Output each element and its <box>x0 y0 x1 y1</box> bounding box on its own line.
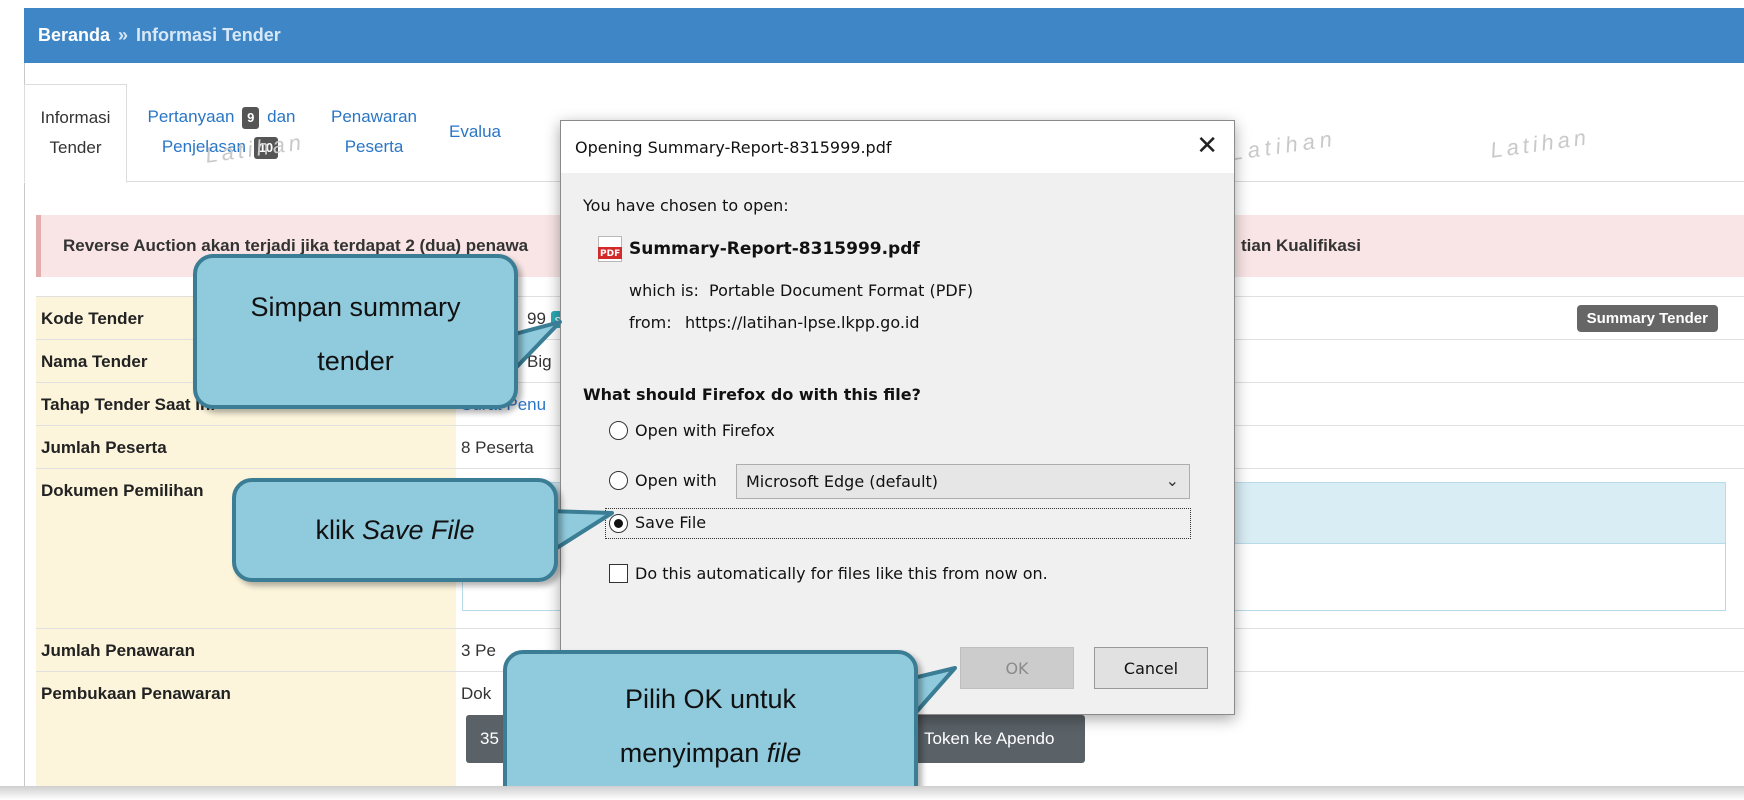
tab-label-line2: Tender <box>49 138 102 157</box>
breadcrumb: Beranda » Informasi Tender <box>24 8 1744 63</box>
tab-label-line1: Informasi <box>40 108 111 127</box>
download-filename: Summary-Report-8315999.pdf <box>629 239 920 259</box>
open-with-firefox-label[interactable]: Open with Firefox <box>635 421 775 440</box>
open-with-radio[interactable] <box>609 471 628 490</box>
ok-button[interactable]: OK <box>960 647 1074 689</box>
pertanyaan-count-badge: 9 <box>242 107 260 129</box>
callout-klik-tail <box>548 509 614 553</box>
callout-pilih-line1: Pilih OK untuk <box>624 684 797 714</box>
pdf-file-icon: PDF <box>598 236 622 262</box>
breadcrumb-home-link[interactable]: Beranda <box>38 25 110 46</box>
from-label: from: <box>629 313 672 332</box>
alert-text-start: Reverse Auction akan terjadi jika terdap… <box>63 236 529 255</box>
summary-tender-button[interactable]: Summary Tender <box>1576 305 1718 332</box>
save-file-label[interactable]: Save File <box>635 513 706 532</box>
open-with-app-value: Microsoft Edge (default) <box>746 472 939 491</box>
pembukaan-penawaran-label: Pembukaan Penawaran <box>36 672 456 800</box>
file-type-value: Portable Document Format (PDF) <box>709 281 974 300</box>
tab-penawaran-peserta[interactable]: Penawaran Peserta <box>319 84 429 182</box>
tab-label-dan: dan <box>267 107 296 126</box>
tab-label-pertanyaan: Pertanyaan <box>147 107 235 126</box>
jumlah-penawaran-label: Jumlah Penawaran <box>36 629 456 671</box>
tab-label-line2: Peserta <box>344 137 404 156</box>
chevron-down-icon: ⌄ <box>1165 471 1179 490</box>
tab-informasi-tender[interactable]: Informasi Tender <box>24 84 127 183</box>
callout-klik-italic: Save File <box>361 515 475 545</box>
jumlah-peserta-label: Jumlah Peserta <box>36 426 456 468</box>
alert-text-end: tian Kualifikasi <box>1241 236 1361 255</box>
callout-pilih-italic: file <box>766 738 802 768</box>
tab-label-line1: Penawaran <box>330 107 417 126</box>
breadcrumb-current: Informasi Tender <box>136 25 281 45</box>
auto-action-label[interactable]: Do this automatically for files like thi… <box>635 564 1048 583</box>
pdf-icon-text: PDF <box>600 249 621 259</box>
screenshot-stage: Beranda » Informasi Tender Informasi Ten… <box>0 0 1744 800</box>
open-with-app-select[interactable]: Microsoft Edge (default) ⌄ <box>736 464 1190 499</box>
firefox-question: What should Firefox do with this file? <box>583 385 921 404</box>
callout-simpan-summary: Simpan summary tender <box>193 254 518 409</box>
callout-pilih-prefix: menyimpan <box>619 738 767 768</box>
tab-label-line1: Evalua <box>449 122 501 141</box>
callout-klik-save-file: klik Save File <box>232 478 558 582</box>
which-is-label: which is: <box>629 281 699 300</box>
callout-pilih-ok: Pilih OK untuk menyimpan file <box>503 650 918 800</box>
source-url-value: https://latihan-lpse.lkpp.go.id <box>685 313 920 332</box>
open-with-label[interactable]: Open with <box>635 471 717 490</box>
callout-simpan-line2: tender <box>317 346 394 376</box>
close-icon[interactable]: ✕ <box>1196 131 1218 161</box>
firefox-download-dialog: Opening Summary-Report-8315999.pdf ✕ You… <box>560 120 1235 715</box>
open-with-firefox-radio[interactable] <box>609 421 628 440</box>
screenshot-bottom-shadow <box>0 786 1744 800</box>
dialog-title: Opening Summary-Report-8315999.pdf <box>575 137 892 157</box>
tab-evaluasi[interactable]: Evalua <box>449 84 509 182</box>
callout-klik-prefix: klik <box>315 515 362 545</box>
callout-pilih-line2: menyimpan file <box>507 726 914 780</box>
chosen-to-open-text: You have chosen to open: <box>583 196 789 215</box>
callout-simpan-line1: Simpan summary <box>250 292 461 322</box>
dialog-titlebar: Opening Summary-Report-8315999.pdf ✕ <box>561 121 1234 173</box>
breadcrumb-separator: » <box>118 25 129 45</box>
cancel-button[interactable]: Cancel <box>1094 647 1208 689</box>
kirim-token-apendo-button[interactable]: Token ke Apendo <box>910 715 1085 763</box>
